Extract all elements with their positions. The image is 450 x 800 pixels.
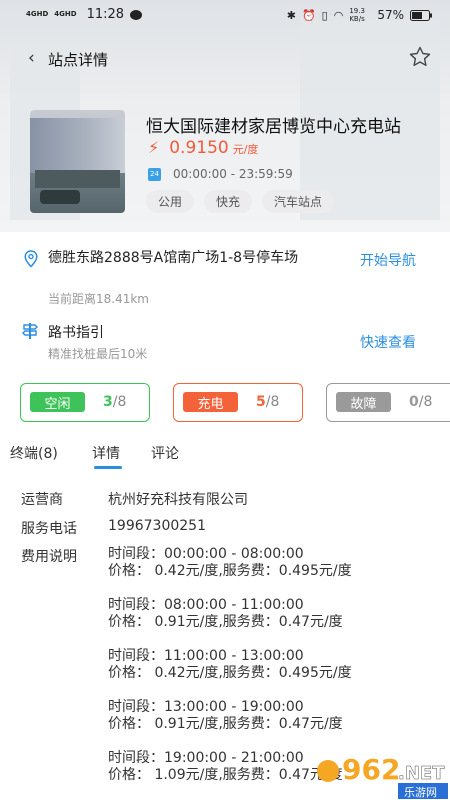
price-unit: 元/度	[232, 143, 259, 156]
active-tab-indicator	[94, 466, 122, 469]
hours-text: 00:00:00 - 23:59:59	[173, 167, 293, 181]
price-value: 0.9150	[169, 138, 229, 158]
charging-label: 充电	[183, 392, 238, 412]
fee-period: 时间段：13:00:00 - 19:00:00	[108, 699, 304, 715]
fee-period: 时间段：08:00:00 - 11:00:00	[108, 597, 304, 613]
operator-value: 杭州好充科技有限公司	[108, 492, 248, 508]
fee-price: 价格： 1.09元/度,服务费：0.47元/度	[108, 767, 343, 783]
wifi-icon: ◠	[333, 8, 344, 22]
signpost-icon	[22, 323, 38, 339]
tab-terminals[interactable]: 终端(8)	[10, 443, 58, 463]
opening-hours: 24 00:00:00 - 23:59:59	[148, 167, 293, 181]
fee-price: 价格： 0.91元/度,服务费：0.47元/度	[108, 614, 343, 630]
charging-count: 5/8	[256, 394, 280, 410]
status-time: 11:28	[86, 7, 125, 22]
tag-car-station: 汽车站点	[262, 190, 335, 213]
fee-entry: 时间段：11:00:00 - 13:00:00 价格： 0.42元/度,服务费：…	[108, 648, 352, 682]
fee-price: 价格： 0.91元/度,服务费：0.47元/度	[108, 716, 343, 732]
detail-tabs: 终端(8) 详情 评论	[0, 440, 450, 470]
idle-count: 3/8	[103, 394, 127, 410]
fee-entry: 时间段：00:00:00 - 08:00:00 价格： 0.42元/度,服务费：…	[108, 546, 352, 580]
fault-label: 故障	[336, 392, 391, 412]
station-tags: 公用 快充 汽车站点	[146, 190, 335, 213]
fault-count: 0/8	[409, 394, 433, 410]
tab-details[interactable]: 详情	[92, 443, 120, 463]
battery-icon	[410, 9, 432, 21]
network-indicator-1: 4GHD	[26, 10, 49, 18]
back-arrow-icon[interactable]: ‹	[28, 48, 35, 68]
quick-view-link[interactable]: 快速查看	[360, 332, 416, 352]
svg-text:乐游网: 乐游网	[404, 786, 437, 799]
24h-icon: 24	[148, 167, 161, 181]
top-nav: ‹ 站点详情	[0, 40, 450, 80]
guide-title: 路书指引	[48, 325, 104, 341]
fee-price: 价格： 0.42元/度,服务费：0.495元/度	[108, 563, 352, 579]
status-bar: 4GHD 4GHD 11:28 ✱ ⏰ ▯ ◠ 19.3 KB/s 57%	[0, 0, 450, 30]
fee-entry: 时间段：08:00:00 - 11:00:00 价格： 0.91元/度,服务费：…	[108, 597, 343, 631]
page-title: 站点详情	[48, 51, 109, 69]
bluetooth-icon: ✱	[286, 8, 296, 22]
operator-label: 运营商	[21, 492, 63, 508]
svg-text:962: 962	[342, 753, 400, 786]
network-indicator-2: 4GHD	[54, 10, 77, 18]
battery-percent: 57%	[377, 8, 404, 22]
location-pin-icon	[24, 250, 38, 268]
idle-label: 空闲	[30, 392, 85, 412]
start-navigation-link[interactable]: 开始导航	[360, 250, 416, 270]
fee-label: 费用说明	[21, 549, 77, 565]
distance-text: 当前距离18.41km	[48, 292, 149, 306]
962-watermark-logo: 962 .NET 乐游网	[317, 753, 448, 799]
fee-entry: 时间段：13:00:00 - 19:00:00 价格： 0.91元/度,服务费：…	[108, 699, 343, 733]
guide-subtitle: 精准找桩最后10米	[48, 347, 148, 361]
alarm-icon: ⏰	[301, 8, 316, 22]
lightning-icon: ⚡	[148, 138, 160, 157]
fee-period: 时间段：11:00:00 - 13:00:00	[108, 648, 304, 664]
phone-value[interactable]: 19967300251	[108, 518, 206, 534]
fee-period: 时间段：00:00:00 - 08:00:00	[108, 546, 304, 562]
fault-status-card[interactable]: 故障 0/8	[326, 383, 450, 422]
idle-status-card[interactable]: 空闲 3/8	[20, 383, 150, 422]
station-photo[interactable]	[30, 110, 125, 213]
favorite-star-icon[interactable]	[408, 45, 432, 69]
tag-public: 公用	[146, 190, 195, 213]
vibrate-icon: ▯	[321, 8, 328, 22]
fee-period: 时间段：19:00:00 - 21:00:00	[108, 750, 304, 766]
phone-label: 服务电话	[21, 521, 77, 537]
station-name: 恒大国际建材家居博览中心充电站	[146, 117, 401, 137]
tag-fast-charge: 快充	[204, 190, 253, 213]
charging-status-card[interactable]: 充电 5/8	[173, 383, 303, 422]
price-row: ⚡ 0.9150 元/度	[148, 138, 258, 158]
svg-text:.NET: .NET	[398, 763, 445, 784]
station-address: 德胜东路2888号A馆南广场1-8号停车场	[48, 250, 299, 266]
fee-price: 价格： 0.42元/度,服务费：0.495元/度	[108, 665, 352, 681]
network-speed: 19.3 KB/s	[349, 7, 365, 23]
tab-comments[interactable]: 评论	[151, 443, 179, 463]
fee-entry: 时间段：19:00:00 - 21:00:00 价格： 1.09元/度,服务费：…	[108, 750, 343, 784]
wechat-icon	[130, 9, 143, 20]
